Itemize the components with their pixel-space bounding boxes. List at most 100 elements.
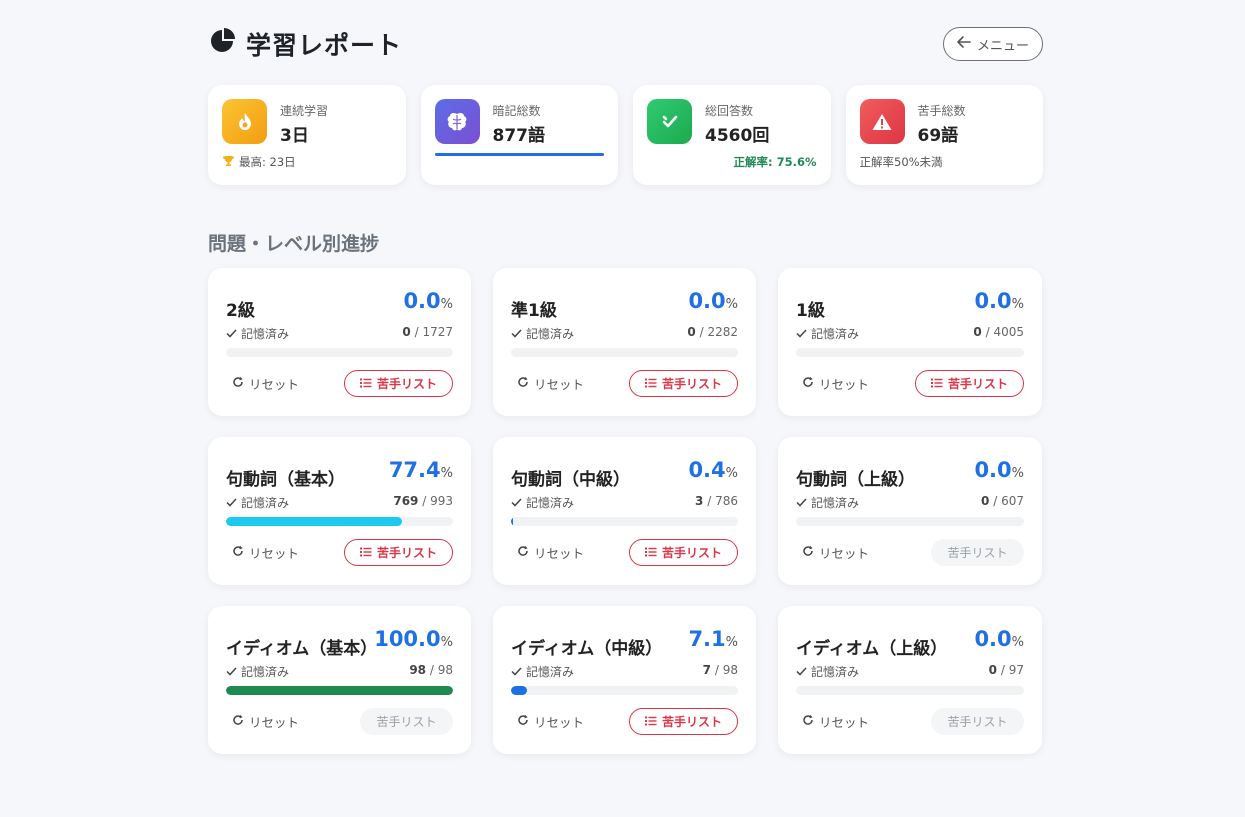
- reset-button[interactable]: リセット: [232, 712, 299, 731]
- done-count: 0: [973, 325, 982, 339]
- weak-list-label: 苦手リスト: [947, 546, 1008, 560]
- level-card: 句動詞（上級） 0.0% 記憶済み 0 / 607 リセット 苦手リスト: [778, 437, 1042, 585]
- level-card: 句動詞（基本） 77.4% 記憶済み 769 / 993 リセット 苦手リスト: [208, 437, 471, 585]
- weak-list-button[interactable]: 苦手リスト: [629, 370, 738, 397]
- refresh-icon: [232, 714, 244, 729]
- memorized-label: 記憶済み: [226, 494, 289, 511]
- menu-button[interactable]: メニュー: [943, 27, 1043, 61]
- progress-track: [796, 686, 1024, 695]
- weak-list-button[interactable]: 苦手リスト: [344, 370, 453, 397]
- level-card: イディオム（上級） 0.0% 記憶済み 0 / 97 リセット 苦手リスト: [778, 606, 1042, 754]
- weak-list-label: 苦手リスト: [947, 377, 1008, 391]
- total-count: / 98: [429, 663, 453, 677]
- memorized-label: 記憶済み: [511, 494, 574, 511]
- level-percent: 77.4%: [389, 458, 453, 482]
- done-count: 98: [409, 663, 427, 677]
- section-title: 問題・レベル別進捗: [208, 233, 380, 255]
- memorized-label: 記憶済み: [226, 663, 289, 680]
- stats-row: 連続学習 3日 最高: 23日 暗記総数 877語 総回答数 4560回 正解率…: [208, 85, 1043, 185]
- best-streak: 最高: 23日: [239, 155, 296, 169]
- level-name: 句動詞（上級）: [796, 470, 915, 490]
- level-name: 句動詞（基本）: [226, 470, 345, 490]
- level-name: 2級: [226, 301, 255, 321]
- reset-button[interactable]: リセット: [517, 712, 584, 731]
- percent-value: 0.0: [974, 458, 1012, 482]
- memorized-text: 記憶済み: [526, 327, 575, 341]
- reset-label: リセット: [249, 546, 300, 561]
- reset-button[interactable]: リセット: [517, 543, 584, 562]
- weak-list-button[interactable]: 苦手リスト: [629, 708, 738, 735]
- memorized-count: 0 / 2282: [687, 325, 738, 339]
- stat-answers: 総回答数 4560回 正解率: 75.6%: [633, 85, 831, 185]
- reset-button[interactable]: リセット: [802, 374, 869, 393]
- stat-label: 総回答数: [705, 104, 754, 118]
- done-count: 769: [393, 494, 419, 508]
- progress-fill: [511, 686, 528, 695]
- level-name: イディオム（基本）: [226, 639, 378, 659]
- menu-button-label: メニュー: [976, 38, 1029, 54]
- check-icon: [647, 99, 692, 144]
- percent-value: 100.0: [374, 627, 441, 651]
- weak-list-label: 苦手リスト: [376, 546, 437, 560]
- level-percent: 0.0%: [403, 289, 453, 313]
- memorized-text: 記憶済み: [241, 496, 290, 510]
- memorized-label: 記憶済み: [511, 325, 574, 342]
- list-icon: [644, 715, 657, 729]
- list-icon: [359, 546, 372, 560]
- memorized-text: 記憶済み: [526, 496, 575, 510]
- warning-icon: [859, 99, 905, 144]
- memorized-count: 3 / 786: [695, 494, 738, 508]
- done-count: 0: [988, 663, 998, 677]
- level-percent: 100.0%: [374, 627, 453, 651]
- report-page: 学習レポート メニュー 連続学習 3日 最高: 23日 暗記総数 877語 総回…: [208, 26, 1043, 754]
- weak-list-label: 苦手リスト: [947, 715, 1008, 729]
- total-count: / 607: [993, 494, 1024, 508]
- stat-value: 877語: [492, 126, 546, 146]
- level-grid: 2級 0.0% 記憶済み 0 / 1727 リセット 苦手リスト 準1級 0.0…: [208, 268, 1043, 754]
- reset-label: リセット: [819, 715, 870, 730]
- done-count: 7: [702, 663, 712, 677]
- weak-list-button[interactable]: 苦手リスト: [360, 708, 453, 735]
- reset-button[interactable]: リセット: [232, 374, 299, 393]
- reset-button[interactable]: リセット: [232, 543, 299, 562]
- weak-list-label: 苦手リスト: [661, 377, 722, 391]
- refresh-icon: [517, 714, 529, 729]
- refresh-icon: [232, 545, 244, 560]
- refresh-icon: [232, 376, 244, 391]
- reset-button[interactable]: リセット: [517, 374, 584, 393]
- memorized-label: 記憶済み: [511, 663, 574, 680]
- total-count: / 786: [707, 494, 738, 508]
- total-count: / 2282: [699, 325, 738, 339]
- level-card: イディオム（基本） 100.0% 記憶済み 98 / 98 リセット 苦手リスト: [208, 606, 471, 754]
- weak-list-button[interactable]: 苦手リスト: [344, 539, 453, 566]
- weak-list-button[interactable]: 苦手リスト: [931, 539, 1024, 566]
- weak-list-button[interactable]: 苦手リスト: [629, 539, 738, 566]
- reset-label: リセット: [249, 377, 300, 392]
- memorized-text: 記憶済み: [241, 327, 290, 341]
- reset-button[interactable]: リセット: [802, 712, 869, 731]
- memorized-count: 98 / 98: [409, 663, 453, 677]
- percent-sign: %: [1011, 635, 1024, 650]
- page-title-text: 学習レポート: [246, 31, 403, 60]
- reset-button[interactable]: リセット: [802, 543, 869, 562]
- stat-value: 3日: [280, 126, 309, 146]
- reset-label: リセット: [249, 715, 300, 730]
- weak-list-button[interactable]: 苦手リスト: [915, 370, 1024, 397]
- list-icon: [359, 377, 372, 391]
- level-card: イディオム（中級） 7.1% 記憶済み 7 / 98 リセット 苦手リスト: [493, 606, 756, 754]
- reset-label: リセット: [819, 377, 870, 392]
- percent-sign: %: [1011, 297, 1024, 312]
- total-count: / 1727: [414, 325, 453, 339]
- progress-track: [511, 517, 738, 526]
- accuracy-rate: 正解率: 75.6%: [733, 155, 817, 169]
- percent-sign: %: [440, 635, 453, 650]
- check-icon: [796, 665, 807, 679]
- progress-fill: [226, 517, 402, 526]
- percent-value: 0.0: [403, 289, 441, 313]
- memorized-count: 0 / 1727: [402, 325, 453, 339]
- percent-sign: %: [1011, 466, 1024, 481]
- done-count: 0: [402, 325, 411, 339]
- memorized-count: 769 / 993: [393, 494, 453, 508]
- weak-list-label: 苦手リスト: [376, 715, 437, 729]
- weak-list-button[interactable]: 苦手リスト: [931, 708, 1024, 735]
